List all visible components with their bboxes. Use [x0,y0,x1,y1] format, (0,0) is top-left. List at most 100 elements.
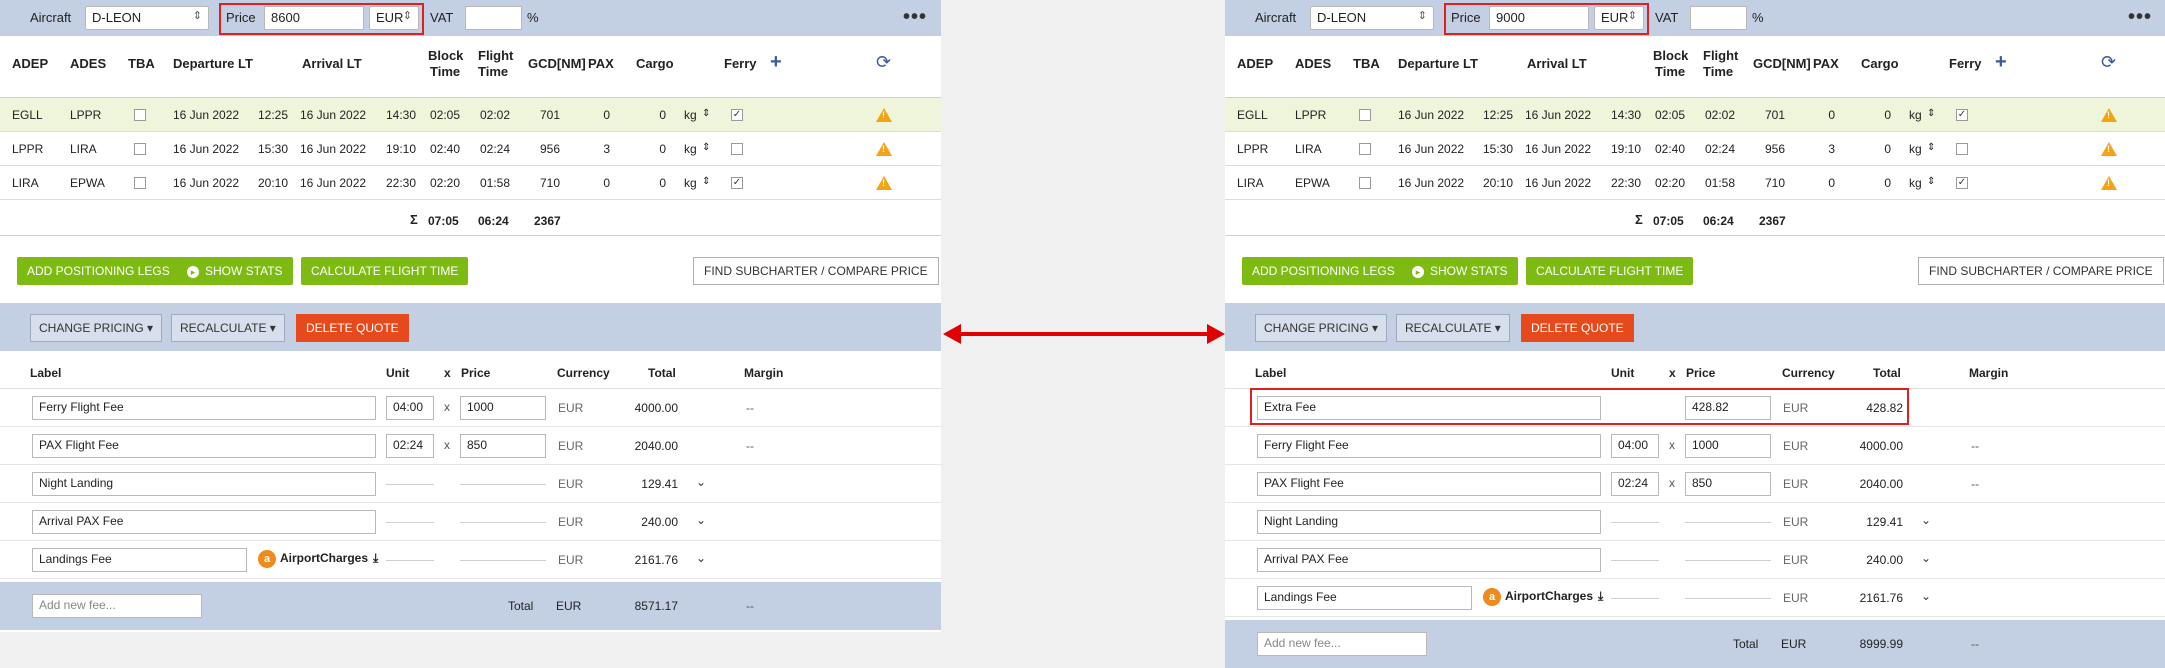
chevron-updown-icon[interactable]: ⇕ [1927,108,1935,119]
tba-checkbox[interactable] [1359,143,1371,155]
leg-arr-time: 22:30 [1611,176,1642,190]
leg-row[interactable]: LPPR LIRA 16 Jun 2022 15:30 16 Jun 2022 19:10… [0,132,941,166]
tba-checkbox[interactable] [1359,177,1371,189]
ferry-checkbox[interactable]: ✓ [1956,177,1968,189]
leg-row[interactable]: EGLL LPPR 16 Jun 2022 12:25 16 Jun 2022 14:30… [0,98,941,132]
change-pricing-button[interactable]: CHANGE PRICING ▾ [1255,314,1388,342]
more-icon[interactable]: ••• [903,6,927,29]
leg-row[interactable]: LPPR LIRA 16 Jun 2022 15:30 16 Jun 2022 19:10… [1225,132,2165,166]
ferry-checkbox[interactable]: ✓ [731,177,743,189]
fee-label-input[interactable]: Landings Fee [32,548,247,572]
fee-row[interactable]: Night Landing EUR 129.41 ⌄ [1225,503,2165,541]
price-input[interactable]: 9000 [1489,6,1589,30]
add-leg-plus-icon[interactable]: + [1995,51,2007,74]
tba-checkbox[interactable] [134,143,146,155]
fee-label-input[interactable]: Landings Fee [1257,586,1472,610]
delete-quote-button[interactable]: DELETE QUOTE [296,314,409,342]
currency-select[interactable]: EUR ⇕ [369,6,419,30]
calculate-flight-time-button[interactable]: CALCULATE FLIGHT TIME [1526,257,1694,285]
add-positioning-legs-button[interactable]: ADD POSITIONING LEGS [1242,257,1405,285]
fee-price-input[interactable]: 850 [1685,472,1771,496]
tba-checkbox[interactable] [134,109,146,121]
download-icon[interactable]: ⤓ [373,551,378,565]
fee-price-input[interactable]: 850 [460,434,546,458]
vat-input[interactable] [1690,6,1747,30]
fee-unit-input[interactable]: 04:00 [386,396,434,420]
airport-charges-link[interactable]: a AirportCharges ⤓ [1483,588,1603,606]
leg-row[interactable]: LIRA EPWA 16 Jun 2022 20:10 16 Jun 2022 22:30… [1225,166,2165,200]
leg-row[interactable]: EGLL LPPR 16 Jun 2022 12:25 16 Jun 2022 14:30… [1225,98,2165,132]
fee-row[interactable]: Arrival PAX Fee EUR 240.00 ⌄ [0,503,941,541]
tba-checkbox[interactable] [1359,109,1371,121]
recalculate-button[interactable]: RECALCULATE ▾ [171,314,285,342]
currency-select[interactable]: EUR ⇕ [1594,6,1644,30]
leg-cargo: 0 [659,108,666,122]
fee-unit-input[interactable]: 04:00 [1611,434,1659,458]
aircraft-select[interactable]: D-LEON ⇕ [85,6,209,30]
fee-label-input[interactable]: Night Landing [32,472,376,496]
leg-dep-date: 16 Jun 2022 [1398,142,1465,156]
ferry-checkbox[interactable]: ✓ [731,109,743,121]
chevron-down-icon[interactable]: ⌄ [696,475,706,489]
show-stats-button[interactable]: ▸ SHOW STATS [1402,257,1518,285]
fee-row[interactable]: Landings Fee a AirportCharges ⤓ EUR 2161.76 ⌄ [0,541,941,579]
chevron-updown-icon[interactable]: ⇕ [702,176,710,187]
sum-gcd: 2367 [1759,214,1786,228]
chevron-down-icon[interactable]: ⌄ [696,551,706,565]
add-new-fee-input[interactable]: Add new fee... [32,594,202,618]
chevron-down-icon[interactable]: ⌄ [1921,589,1931,603]
fee-row[interactable]: PAX Flight Fee 02:24 x 850 EUR 2040.00 -- [0,427,941,465]
find-subcharter-button[interactable]: FIND SUBCHARTER / COMPARE PRICE [693,257,939,285]
warning-icon: ! [2101,142,2117,156]
fee-label-input[interactable]: Ferry Flight Fee [1257,434,1601,458]
fee-price-input[interactable]: 1000 [1685,434,1771,458]
tba-checkbox[interactable] [134,177,146,189]
fee-total: 129.41 [641,477,678,491]
fee-label-input[interactable]: Ferry Flight Fee [32,396,376,420]
chevron-updown-icon[interactable]: ⇕ [702,142,710,153]
fee-unit-input[interactable]: 02:24 [386,434,434,458]
chevron-down-icon[interactable]: ⌄ [696,513,706,527]
chevron-updown-icon[interactable]: ⇕ [1927,142,1935,153]
show-stats-button[interactable]: ▸ SHOW STATS [177,257,293,285]
chevron-updown-icon[interactable]: ⇕ [702,108,710,119]
ferry-checkbox[interactable] [1956,143,1968,155]
price-input[interactable]: 8600 [264,6,364,30]
fee-unit-input[interactable]: 02:24 [1611,472,1659,496]
chevron-down-icon[interactable]: ⌄ [1921,513,1931,527]
leg-row[interactable]: LIRA EPWA 16 Jun 2022 20:10 16 Jun 2022 22:30… [0,166,941,200]
fee-label-input[interactable]: Arrival PAX Fee [32,510,376,534]
fee-row[interactable]: Night Landing EUR 129.41 ⌄ [0,465,941,503]
fee-label-input[interactable]: PAX Flight Fee [32,434,376,458]
download-icon[interactable]: ⤓ [1598,589,1603,603]
aircraft-select[interactable]: D-LEON ⇕ [1310,6,1434,30]
fee-row[interactable]: PAX Flight Fee 02:24 x 850 EUR 2040.00 -- [1225,465,2165,503]
sum-symbol: Σ [1635,212,1643,227]
vat-input[interactable] [465,6,522,30]
airport-charges-link[interactable]: a AirportCharges ⤓ [258,550,378,568]
fee-row[interactable]: Ferry Flight Fee 04:00 x 1000 EUR 4000.00 -- [0,389,941,427]
recalculate-button[interactable]: RECALCULATE ▾ [1396,314,1510,342]
delete-quote-button[interactable]: DELETE QUOTE [1521,314,1634,342]
more-icon[interactable]: ••• [2128,6,2152,29]
ferry-checkbox[interactable] [731,143,743,155]
ferry-checkbox[interactable]: ✓ [1956,109,1968,121]
fee-price-input[interactable]: 1000 [460,396,546,420]
refresh-icon[interactable]: ⟳ [2101,52,2116,73]
fee-label-input[interactable]: Night Landing [1257,510,1601,534]
chevron-down-icon[interactable]: ⌄ [1921,551,1931,565]
change-pricing-button[interactable]: CHANGE PRICING ▾ [30,314,163,342]
fee-row[interactable]: Arrival PAX Fee EUR 240.00 ⌄ [1225,541,2165,579]
fee-label-input[interactable]: PAX Flight Fee [1257,472,1601,496]
calculate-flight-time-button[interactable]: CALCULATE FLIGHT TIME [301,257,469,285]
add-positioning-legs-button[interactable]: ADD POSITIONING LEGS [17,257,180,285]
fee-label-input[interactable]: Arrival PAX Fee [1257,548,1601,572]
find-subcharter-button[interactable]: FIND SUBCHARTER / COMPARE PRICE [1918,257,2164,285]
chevron-updown-icon[interactable]: ⇕ [1927,176,1935,187]
add-leg-plus-icon[interactable]: + [770,51,782,74]
fee-row[interactable]: Landings Fee a AirportCharges ⤓ EUR 2161.76 ⌄ [1225,579,2165,617]
leg-arr-date: 16 Jun 2022 [1525,176,1592,190]
fee-row[interactable]: Ferry Flight Fee 04:00 x 1000 EUR 4000.00 -- [1225,427,2165,465]
refresh-icon[interactable]: ⟳ [876,52,891,73]
add-new-fee-input[interactable]: Add new fee... [1257,632,1427,656]
